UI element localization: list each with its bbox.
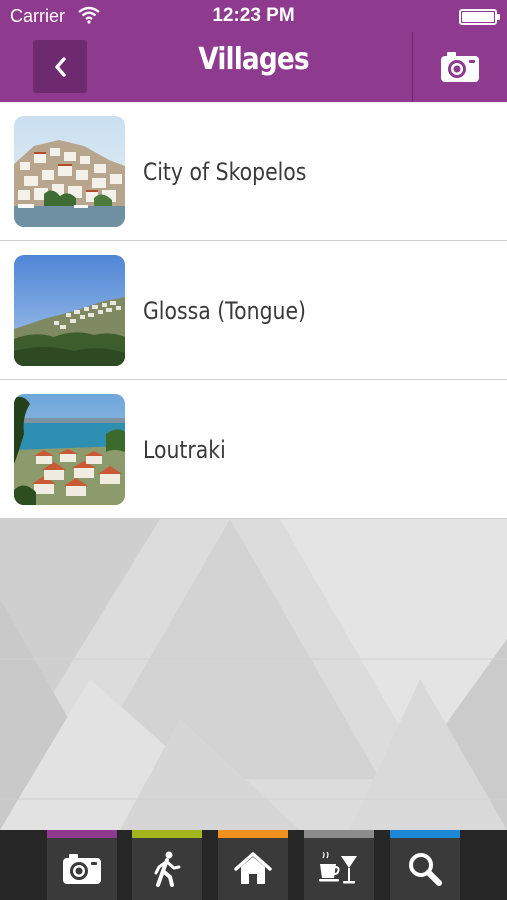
top-bar: Carrier 12:23 PM Villages bbox=[0, 0, 507, 102]
hiker-icon bbox=[154, 851, 181, 887]
list-item[interactable]: Glossa (Tongue) bbox=[0, 241, 507, 380]
camera-icon bbox=[63, 854, 101, 884]
list-item[interactable]: Loutraki bbox=[0, 380, 507, 519]
village-thumbnail bbox=[14, 116, 125, 227]
background-pattern bbox=[0, 519, 507, 830]
battery-icon bbox=[459, 9, 500, 25]
tab-photos[interactable] bbox=[47, 830, 117, 900]
page-title: Villages bbox=[198, 42, 309, 77]
village-name: City of Skopelos bbox=[143, 157, 307, 186]
chevron-left-icon bbox=[55, 56, 66, 77]
tab-hiking[interactable] bbox=[132, 830, 202, 900]
camera-button[interactable] bbox=[413, 32, 507, 102]
home-icon bbox=[234, 852, 272, 884]
tab-accent bbox=[304, 830, 374, 838]
village-list: City of Skopelos Glossa (Tongue) Loutrak… bbox=[0, 102, 507, 519]
village-thumbnail bbox=[14, 255, 125, 366]
tab-accent bbox=[218, 830, 288, 838]
tab-cafe-bar[interactable] bbox=[304, 830, 374, 900]
cafe-bar-icon bbox=[319, 852, 357, 884]
clock: 12:23 PM bbox=[212, 5, 295, 26]
village-name: Glossa (Tongue) bbox=[143, 296, 306, 325]
bottom-tab-bar bbox=[0, 830, 507, 900]
village-name: Loutraki bbox=[143, 435, 226, 464]
village-thumbnail bbox=[14, 394, 125, 505]
status-bar: Carrier 12:23 PM bbox=[0, 0, 507, 32]
tab-accent bbox=[47, 830, 117, 838]
tab-accent bbox=[390, 830, 460, 838]
tab-accent bbox=[132, 830, 202, 838]
search-icon bbox=[409, 853, 442, 886]
back-button[interactable] bbox=[33, 40, 87, 93]
tab-search[interactable] bbox=[390, 830, 460, 900]
list-item[interactable]: City of Skopelos bbox=[0, 102, 507, 241]
tab-home[interactable] bbox=[218, 830, 288, 900]
camera-icon bbox=[441, 52, 479, 82]
